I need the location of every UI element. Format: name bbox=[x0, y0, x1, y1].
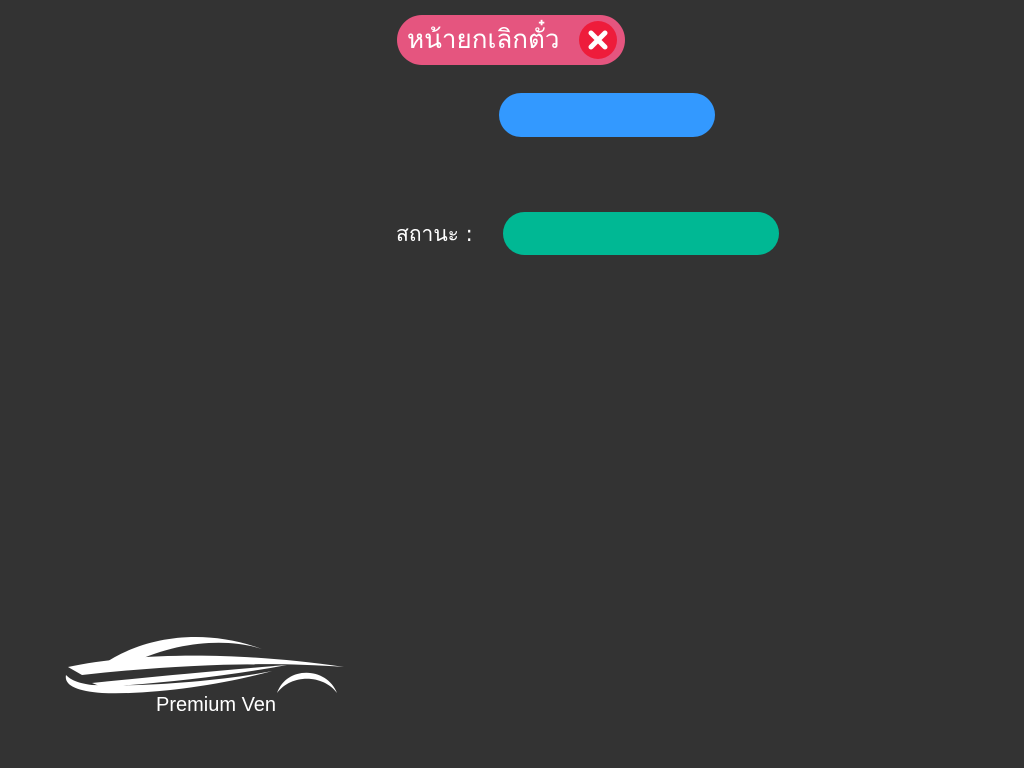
ticket-info-field bbox=[499, 93, 715, 137]
car-silhouette-icon bbox=[65, 637, 344, 694]
page-title: หน้ายกเลิกตั๋ว bbox=[407, 25, 560, 55]
cancel-ticket-page: หน้ายกเลิกตั๋ว สถานะ : Premium Ven bbox=[0, 0, 1024, 768]
close-icon bbox=[588, 30, 608, 50]
status-label: สถานะ : bbox=[396, 222, 473, 246]
status-value-field bbox=[503, 212, 779, 255]
page-title-banner: หน้ายกเลิกตั๋ว bbox=[397, 15, 625, 65]
premium-ven-logo: Premium Ven bbox=[62, 625, 352, 725]
close-button[interactable] bbox=[579, 21, 617, 59]
logo-text: Premium Ven bbox=[156, 694, 277, 716]
